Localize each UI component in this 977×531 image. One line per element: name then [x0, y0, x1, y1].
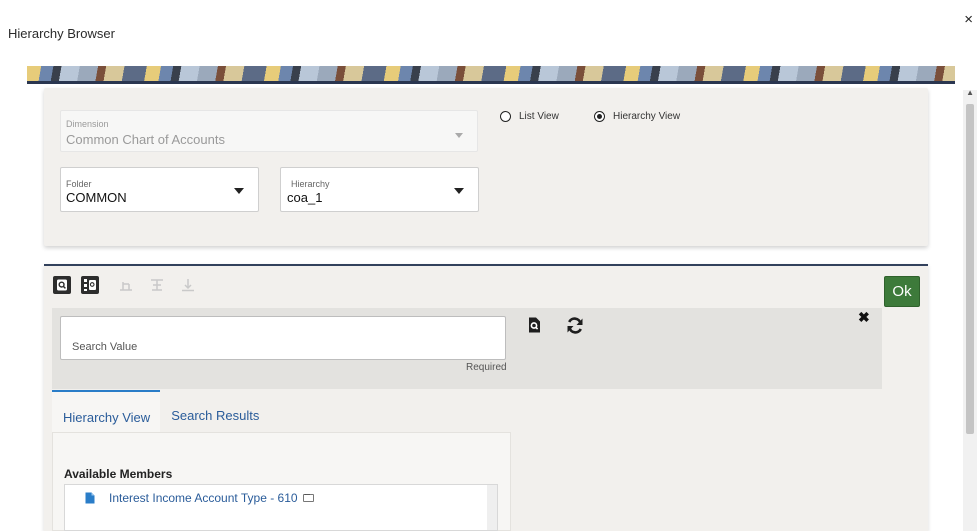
refresh-icon [567, 317, 583, 334]
dialog-close-button[interactable]: × [964, 12, 973, 27]
refresh-button[interactable] [566, 317, 584, 339]
hierarchy-search-icon [84, 279, 96, 291]
chevron-down-icon [455, 133, 463, 138]
tab-search-results[interactable]: Search Results [160, 390, 269, 432]
hierarchy-search-toolbar-button[interactable] [81, 276, 99, 294]
list-view-label: List View [519, 111, 559, 122]
move-down-icon [182, 279, 194, 292]
chevron-down-icon[interactable] [234, 188, 244, 194]
result-tabs: Hierarchy View Search Results [52, 390, 269, 432]
expand-tree-icon [120, 282, 132, 291]
radio-button-icon[interactable] [500, 111, 511, 122]
search-button[interactable] [527, 317, 541, 338]
folder-value: COMMON [66, 190, 127, 205]
hierarchy-view-label: Hierarchy View [613, 111, 681, 122]
members-list-scrollbar[interactable] [487, 485, 497, 530]
folder-select[interactable]: Folder COMMON [60, 167, 259, 212]
close-search-button[interactable]: ✖ [858, 309, 870, 326]
dimension-value: Common Chart of Accounts [66, 132, 225, 147]
hierarchy-select[interactable]: Hierarchy coa_1 [280, 167, 479, 212]
dialog-title: Hierarchy Browser [8, 26, 115, 41]
decorative-banner [27, 66, 955, 84]
radio-button-selected-icon[interactable] [594, 111, 605, 122]
search-toolbar-button[interactable] [53, 276, 71, 294]
tab-hierarchy-view[interactable]: Hierarchy View [52, 390, 161, 432]
chevron-down-icon[interactable] [454, 188, 464, 194]
required-label: Required [466, 362, 507, 373]
search-icon [57, 279, 67, 291]
member-label[interactable]: Interest Income Account Type - 610 [109, 491, 298, 505]
scroll-up-arrow-icon[interactable]: ▲ [966, 88, 974, 97]
search-value-input[interactable] [60, 316, 506, 360]
ok-button[interactable]: Ok [884, 276, 920, 307]
available-members-title: Available Members [64, 467, 173, 481]
more-options-icon[interactable] [302, 489, 314, 502]
dimension-label: Dimension [66, 119, 109, 129]
list-item[interactable]: Interest Income Account Type - 610 [85, 489, 314, 505]
document-icon [85, 492, 95, 504]
dimension-select: Dimension Common Chart of Accounts [60, 110, 478, 152]
collapse-tree-icon [151, 279, 163, 291]
scrollbar-thumb[interactable] [966, 104, 974, 434]
list-view-radio[interactable]: List View [500, 111, 559, 122]
folder-label: Folder [66, 179, 92, 189]
search-icon [529, 317, 540, 333]
hierarchy-value: coa_1 [287, 190, 323, 205]
hierarchy-view-radio[interactable]: Hierarchy View [594, 111, 680, 122]
hierarchy-label: Hierarchy [291, 179, 330, 189]
